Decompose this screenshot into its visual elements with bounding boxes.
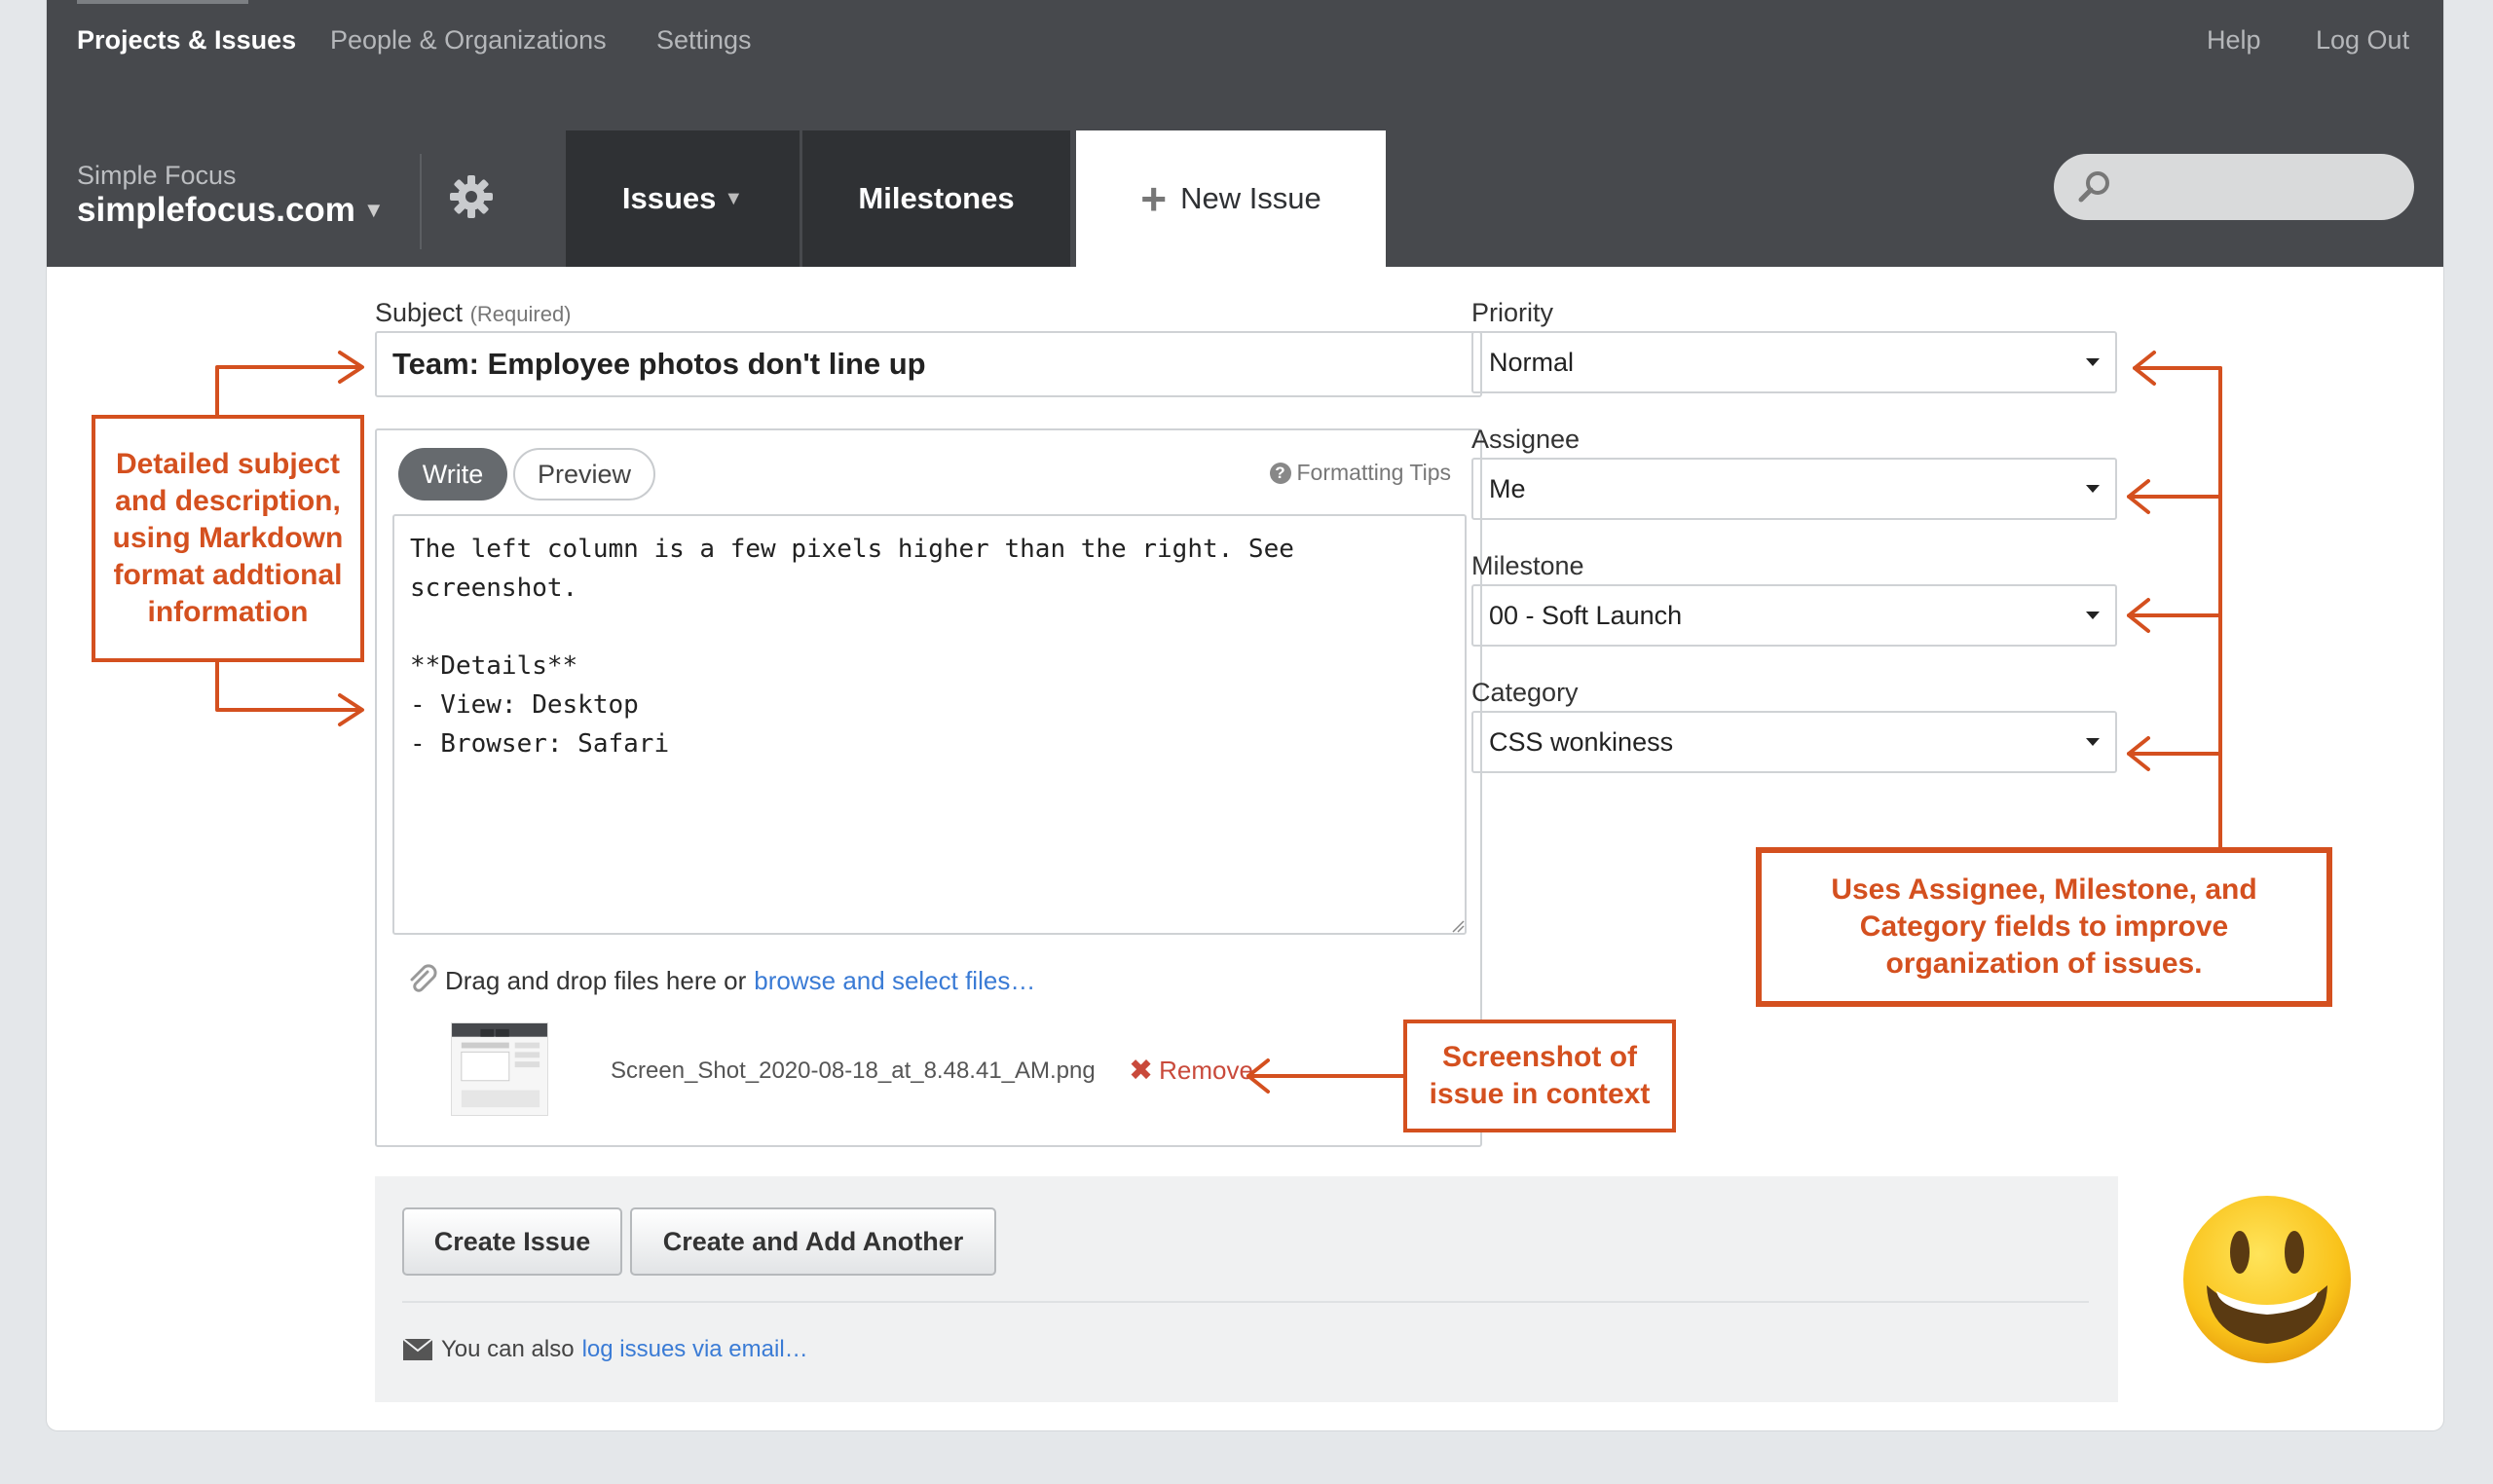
form-footer: Create Issue Create and Add Another You … (375, 1176, 2118, 1402)
help-icon: ? (1269, 462, 1291, 484)
description-textarea[interactable]: The left column is a few pixels higher t… (392, 514, 1467, 935)
workspace-domain: simplefocus.com (77, 191, 355, 229)
description-editor: Write Preview ? Formatting Tips The left … (375, 428, 1482, 1147)
tab-issues[interactable]: Issues ▼ (566, 130, 800, 267)
assignee-label: Assignee (1471, 425, 1581, 454)
email-note-text: You can also (441, 1336, 575, 1362)
callout-fields: Uses Assignee, Milestone, and Category f… (1758, 849, 2330, 1005)
close-icon: ✖ (1129, 1055, 1154, 1087)
nav-logout[interactable]: Log Out (2316, 25, 2409, 56)
email-note: You can also log issues via email… (402, 1336, 808, 1363)
preview-tab[interactable]: Preview (513, 448, 655, 501)
write-tab[interactable]: Write (398, 448, 507, 501)
resize-handle-icon[interactable] (1449, 917, 1465, 933)
workspace-company: Simple Focus (77, 161, 237, 190)
create-and-add-another-button[interactable]: Create and Add Another (630, 1207, 996, 1276)
tab-milestones[interactable]: Milestones (802, 130, 1070, 267)
dropzone-text: Drag and drop files here or (445, 965, 747, 995)
chevron-down-icon (2086, 358, 2100, 366)
tab-milestones-label: Milestones (858, 181, 1015, 215)
formatting-tips-link[interactable]: ? Formatting Tips (1269, 460, 1452, 486)
nav-people-organizations[interactable]: People & Organizations (330, 25, 607, 56)
top-bar: Projects & Issues People & Organizations… (47, 0, 2443, 267)
mail-icon (402, 1338, 433, 1360)
chevron-down-icon (2086, 485, 2100, 493)
attachment-thumbnail (451, 1022, 548, 1116)
callout-subject-description: Detailed subject and description, using … (92, 415, 364, 662)
required-hint: (Required) (469, 302, 572, 326)
category-value: CSS wonkiness (1489, 726, 1674, 757)
attachment-filename: Screen_Shot_2020-08-18_at_8.48.41_AM.png (611, 1057, 1096, 1084)
active-nav-indicator (77, 0, 248, 4)
footer-divider (402, 1301, 2089, 1303)
browse-files-link[interactable]: browse and select files… (754, 966, 1035, 996)
category-select[interactable]: CSS wonkiness (1471, 711, 2117, 773)
nav-projects-issues[interactable]: Projects & Issues (77, 25, 296, 56)
workspace-switcher[interactable]: simplefocus.com ▼ (77, 191, 385, 230)
plus-icon: + (1140, 173, 1168, 224)
remove-attachment-button[interactable]: ✖ Remove (1129, 1054, 1253, 1088)
nav-settings[interactable]: Settings (656, 25, 752, 56)
priority-label: Priority (1471, 298, 1554, 327)
tab-new-issue-label: New Issue (1180, 181, 1321, 215)
chevron-down-icon (2086, 612, 2100, 619)
create-issue-button[interactable]: Create Issue (402, 1207, 622, 1276)
callout-screenshot: Screenshot of issue in context (1403, 1020, 1676, 1132)
chevron-down-icon: ▼ (724, 187, 744, 209)
assignee-select[interactable]: Me (1471, 458, 2117, 520)
assignee-value: Me (1489, 473, 1526, 503)
paperclip-icon (410, 964, 437, 992)
subject-label-text: Subject (375, 298, 464, 327)
milestone-label: Milestone (1471, 551, 1584, 580)
remove-label: Remove (1159, 1056, 1253, 1085)
log-issues-email-link[interactable]: log issues via email… (582, 1336, 808, 1363)
category-label: Category (1471, 678, 1579, 707)
priority-select[interactable]: Normal (1471, 331, 2117, 393)
chevron-down-icon (2086, 738, 2100, 746)
milestone-value: 00 - Soft Launch (1489, 600, 1683, 630)
subject-label: Subject (Required) (375, 298, 572, 328)
milestone-select[interactable]: 00 - Soft Launch (1471, 584, 2117, 647)
chevron-down-icon: ▼ (362, 198, 385, 222)
file-dropzone[interactable]: Drag and drop files here or browse and s… (406, 964, 1035, 997)
gear-icon[interactable] (448, 173, 495, 220)
divider (420, 154, 422, 249)
formatting-tips-label: Formatting Tips (1296, 460, 1452, 485)
tab-new-issue[interactable]: + New Issue (1076, 130, 1386, 267)
smiley-face-icon (2183, 1196, 2351, 1363)
priority-value: Normal (1489, 347, 1575, 377)
nav-help[interactable]: Help (2207, 25, 2261, 56)
search-icon (2078, 171, 2109, 203)
subject-input[interactable]: Team: Employee photos don't line up (375, 331, 1482, 397)
app-frame: Projects & Issues People & Organizations… (46, 0, 2444, 1431)
tab-issues-label: Issues (621, 181, 717, 215)
